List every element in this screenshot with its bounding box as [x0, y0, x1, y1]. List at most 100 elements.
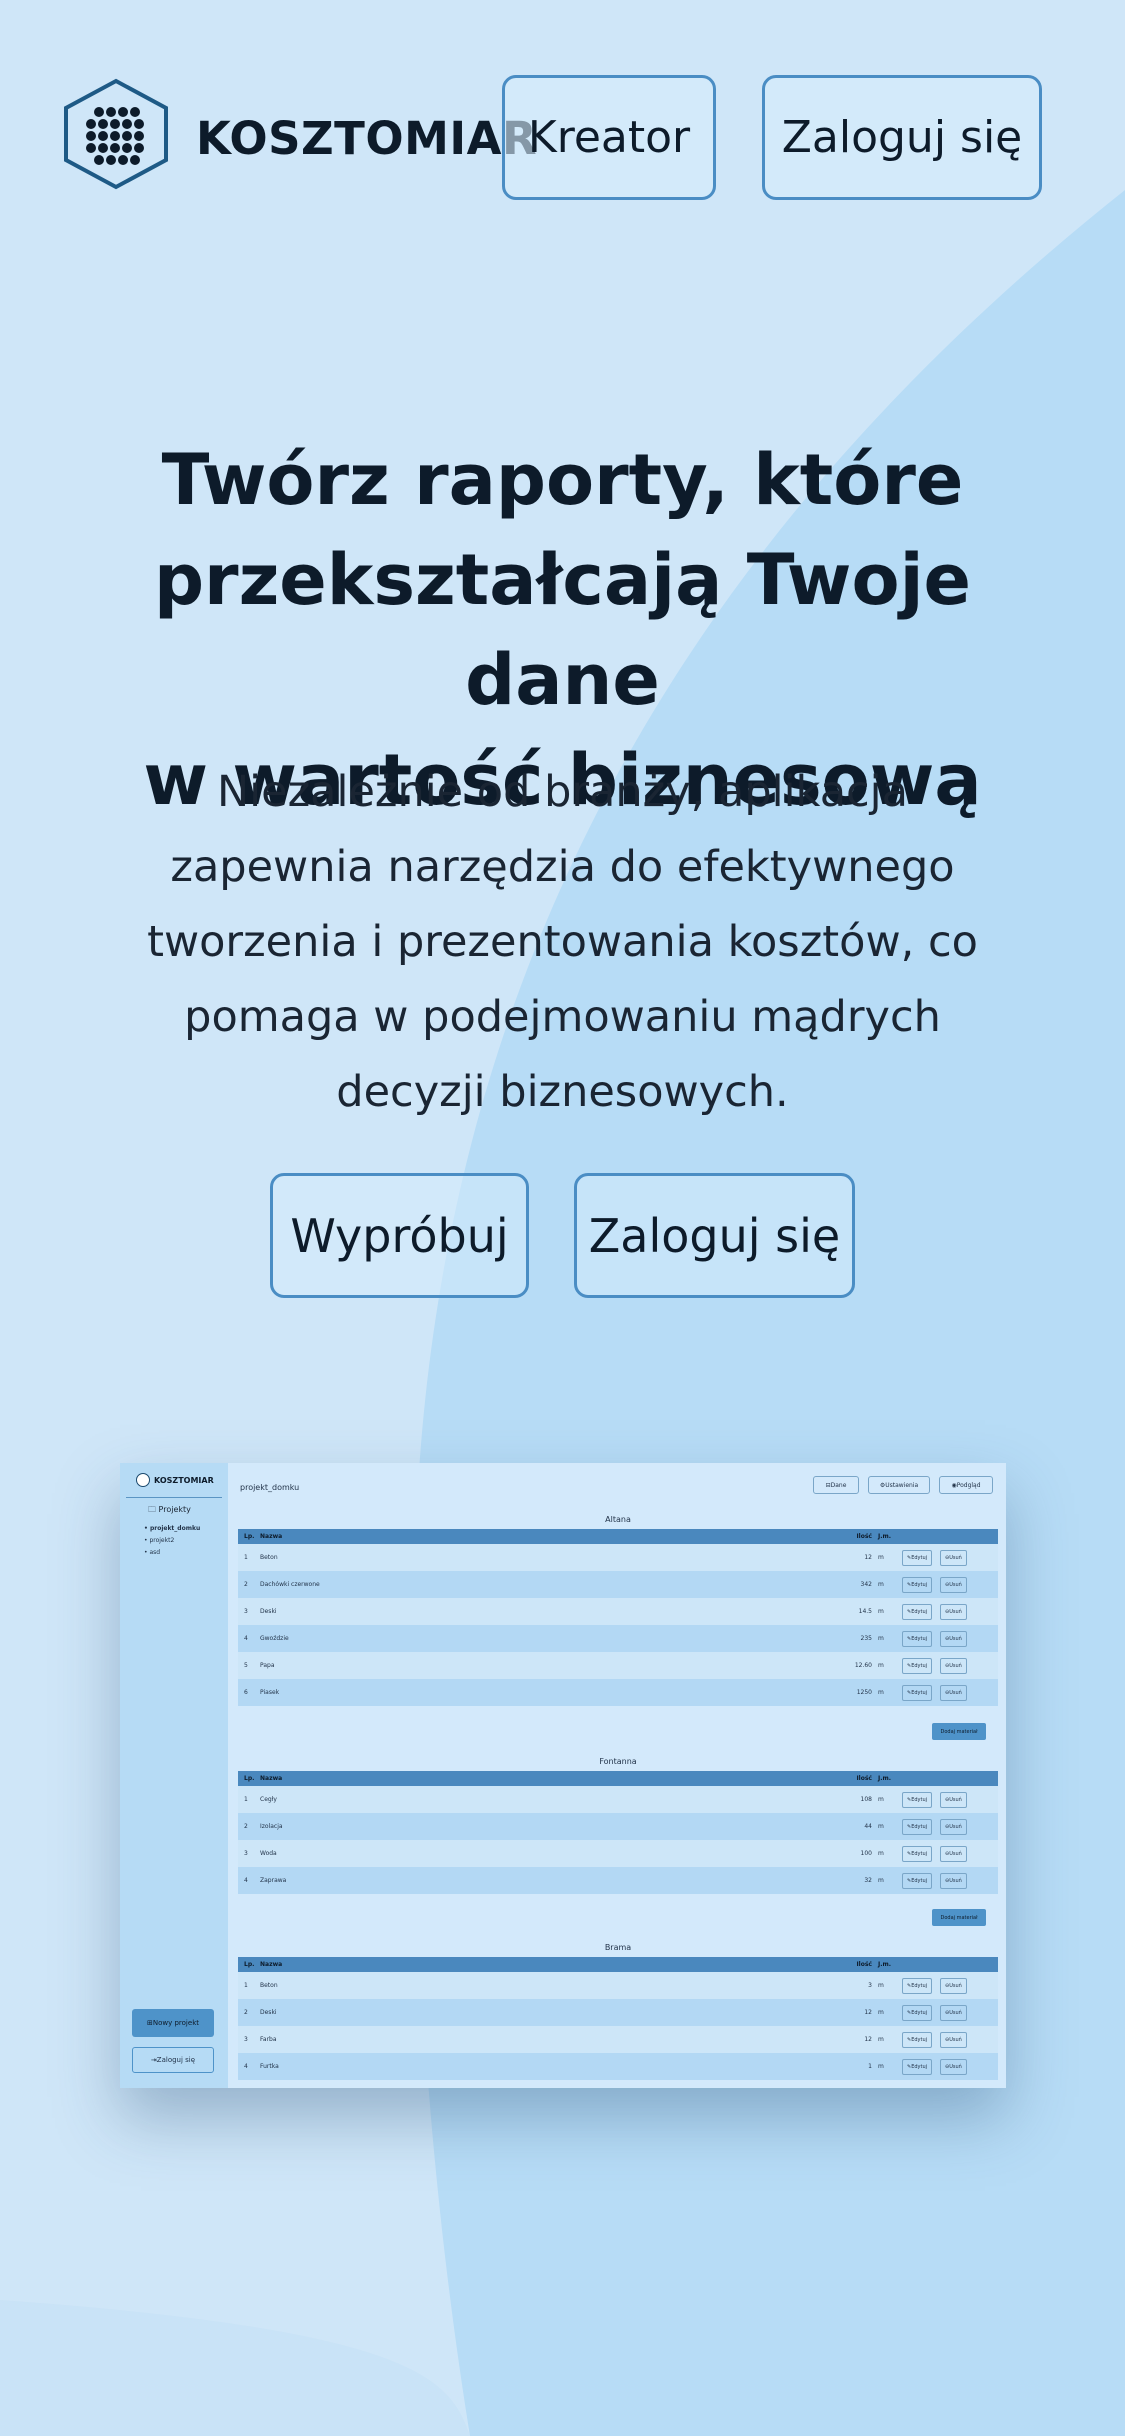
edit-label: Edytuj — [911, 1796, 928, 1803]
delete-label: Usuń — [949, 1581, 962, 1588]
row-name: Papa — [260, 1662, 275, 1669]
delete-button: ⊖ Usuń — [940, 2058, 967, 2075]
edit-button: ✎ Edytuj — [902, 1872, 933, 1889]
edit-button: ✎ Edytuj — [902, 1657, 933, 1674]
delete-button: ⊖ Usuń — [940, 2004, 967, 2021]
col-lp: Lp. — [244, 1775, 255, 1782]
delete-button: ⊖ Usuń — [940, 1657, 967, 1674]
row-lp: 1 — [244, 1796, 248, 1803]
row-lp: 2 — [244, 2009, 248, 2016]
row-qty: 100 — [860, 1850, 872, 1857]
table-row: 2 Deski 12 m ✎ Edytuj ⊖ Usuń — [238, 1999, 998, 2026]
preview-logo: KOSZTOMIAR — [136, 1473, 214, 1487]
preview-login-button: ⇥ Zaloguj się — [132, 2047, 214, 2073]
row-unit: m — [878, 2036, 884, 2043]
delete-button: ⊖ Usuń — [940, 1630, 967, 1647]
table-row: 1 Beton 12 m ✎ Edytuj ⊖ Usuń — [238, 1544, 998, 1571]
col-unit: J.m. — [878, 1775, 892, 1782]
row-lp: 3 — [244, 1608, 248, 1615]
delete-label: Usuń — [949, 1877, 962, 1884]
hero-login-button[interactable]: Zaloguj się — [574, 1173, 855, 1298]
preview-brand: KOSZTOMIAR — [154, 1475, 214, 1485]
edit-button: ✎ Edytuj — [902, 1977, 933, 1994]
landing-page: KOSZTOMIAR Kreator Zaloguj się Twórz rap… — [0, 0, 1125, 2436]
preview-main: projekt_domku ⊟ Dane ⚙ Ustawienia ◉ Podg… — [228, 1463, 1006, 2088]
table-row: 5 Papa 12.60 m ✎ Edytuj ⊖ Usuń — [238, 1652, 998, 1679]
edit-button: ✎ Edytuj — [902, 1630, 933, 1647]
edit-label: Edytuj — [911, 1982, 928, 1989]
delete-button: ⊖ Usuń — [940, 1818, 967, 1835]
row-name: Deski — [260, 2009, 277, 2016]
row-lp: 4 — [244, 1635, 248, 1642]
row-actions: ✎ Edytuj ⊖ Usuń — [902, 1630, 998, 1647]
delete-button: ⊖ Usuń — [940, 1872, 967, 1889]
preview-project-item: asd — [144, 1547, 200, 1559]
row-qty: 12 — [864, 2009, 872, 2016]
preview-table-header: Lp. Nazwa Ilość J.m. — [238, 1771, 998, 1786]
row-name: Furtka — [260, 2063, 279, 2070]
delete-button: ⊖ Usuń — [940, 1549, 967, 1566]
brand-name[interactable]: KOSZTOMIAR — [196, 112, 537, 165]
row-name: Farba — [260, 2036, 277, 2043]
delete-label: Usuń — [949, 1796, 962, 1803]
row-actions: ✎ Edytuj ⊖ Usuń — [902, 1872, 998, 1889]
row-lp: 2 — [244, 1581, 248, 1588]
preview-project-list: projekt_domku projekt2 asd — [144, 1523, 200, 1559]
edit-button: ✎ Edytuj — [902, 1791, 933, 1808]
row-qty: 12 — [864, 1554, 872, 1561]
edit-button: ✎ Edytuj — [902, 2004, 933, 2021]
row-lp: 5 — [244, 1662, 248, 1669]
delete-button: ⊖ Usuń — [940, 1845, 967, 1862]
table-row: 6 Piasek 1250 m ✎ Edytuj ⊖ Usuń — [238, 1679, 998, 1706]
table-row: 3 Farba 12 m ✎ Edytuj ⊖ Usuń — [238, 2026, 998, 2053]
table-row: 2 Dachówki czerwone 342 m ✎ Edytuj ⊖ Usuń — [238, 1571, 998, 1598]
row-lp: 4 — [244, 1877, 248, 1884]
delete-button: ⊖ Usuń — [940, 2031, 967, 2048]
table-row: 3 Deski 14.5 m ✎ Edytuj ⊖ Usuń — [238, 1598, 998, 1625]
delete-label: Usuń — [949, 2063, 962, 2070]
row-name: Woda — [260, 1850, 277, 1857]
delete-label: Usuń — [949, 1850, 962, 1857]
row-qty: 12 — [864, 2036, 872, 2043]
row-qty: 32 — [864, 1877, 872, 1884]
row-unit: m — [878, 1689, 884, 1696]
row-lp: 3 — [244, 1850, 248, 1857]
row-name: Deski — [260, 1608, 277, 1615]
preview-projects-heading: 🗀 Projekty — [148, 1504, 191, 1518]
try-button[interactable]: Wypróbuj — [270, 1173, 529, 1298]
edit-button: ✎ Edytuj — [902, 1603, 933, 1620]
row-unit: m — [878, 1608, 884, 1615]
row-lp: 2 — [244, 1823, 248, 1830]
row-actions: ✎ Edytuj ⊖ Usuń — [902, 1657, 998, 1674]
row-name: Beton — [260, 1982, 278, 1989]
row-lp: 6 — [244, 1689, 248, 1696]
kreator-button[interactable]: Kreator — [502, 75, 716, 200]
edit-label: Edytuj — [911, 2063, 928, 2070]
row-lp: 1 — [244, 1982, 248, 1989]
preview-table-fontanna: Lp. Nazwa Ilość J.m. 1 Cegły 108 m ✎ Edytuj ⊖… — [238, 1771, 998, 1894]
logo-icon[interactable] — [60, 78, 172, 190]
col-qty: Ilość — [856, 1775, 872, 1782]
table-row: 2 Izolacja 44 m ✎ Edytuj ⊖ Usuń — [238, 1813, 998, 1840]
row-lp: 4 — [244, 2063, 248, 2070]
row-name: Dachówki czerwone — [260, 1581, 320, 1588]
preview-view-label: Podgląd — [956, 1481, 981, 1489]
preview-settings-button: ⚙ Ustawienia — [868, 1476, 930, 1494]
hero-title-line-1: Twórz raporty, które — [161, 439, 964, 521]
row-name: Beton — [260, 1554, 278, 1561]
row-actions: ✎ Edytuj ⊖ Usuń — [902, 1845, 998, 1862]
col-unit: J.m. — [878, 1961, 892, 1968]
preview-new-project-label: Nowy projekt — [152, 2019, 199, 2027]
preview-new-project-button: ⊞ Nowy projekt — [132, 2009, 214, 2037]
edit-label: Edytuj — [911, 1662, 928, 1669]
row-unit: m — [878, 1554, 884, 1561]
col-name: Nazwa — [260, 1775, 283, 1782]
edit-button: ✎ Edytuj — [902, 1684, 933, 1701]
row-qty: 1 — [868, 2063, 872, 2070]
preview-view-button: ◉ Podgląd — [939, 1476, 993, 1494]
edit-button: ✎ Edytuj — [902, 2031, 933, 2048]
preview-table-header: Lp. Nazwa Ilość J.m. — [238, 1957, 998, 1972]
table-row: 4 Furtka 1 m ✎ Edytuj ⊖ Usuń — [238, 2053, 998, 2080]
edit-label: Edytuj — [911, 2036, 928, 2043]
header-login-button[interactable]: Zaloguj się — [762, 75, 1042, 200]
